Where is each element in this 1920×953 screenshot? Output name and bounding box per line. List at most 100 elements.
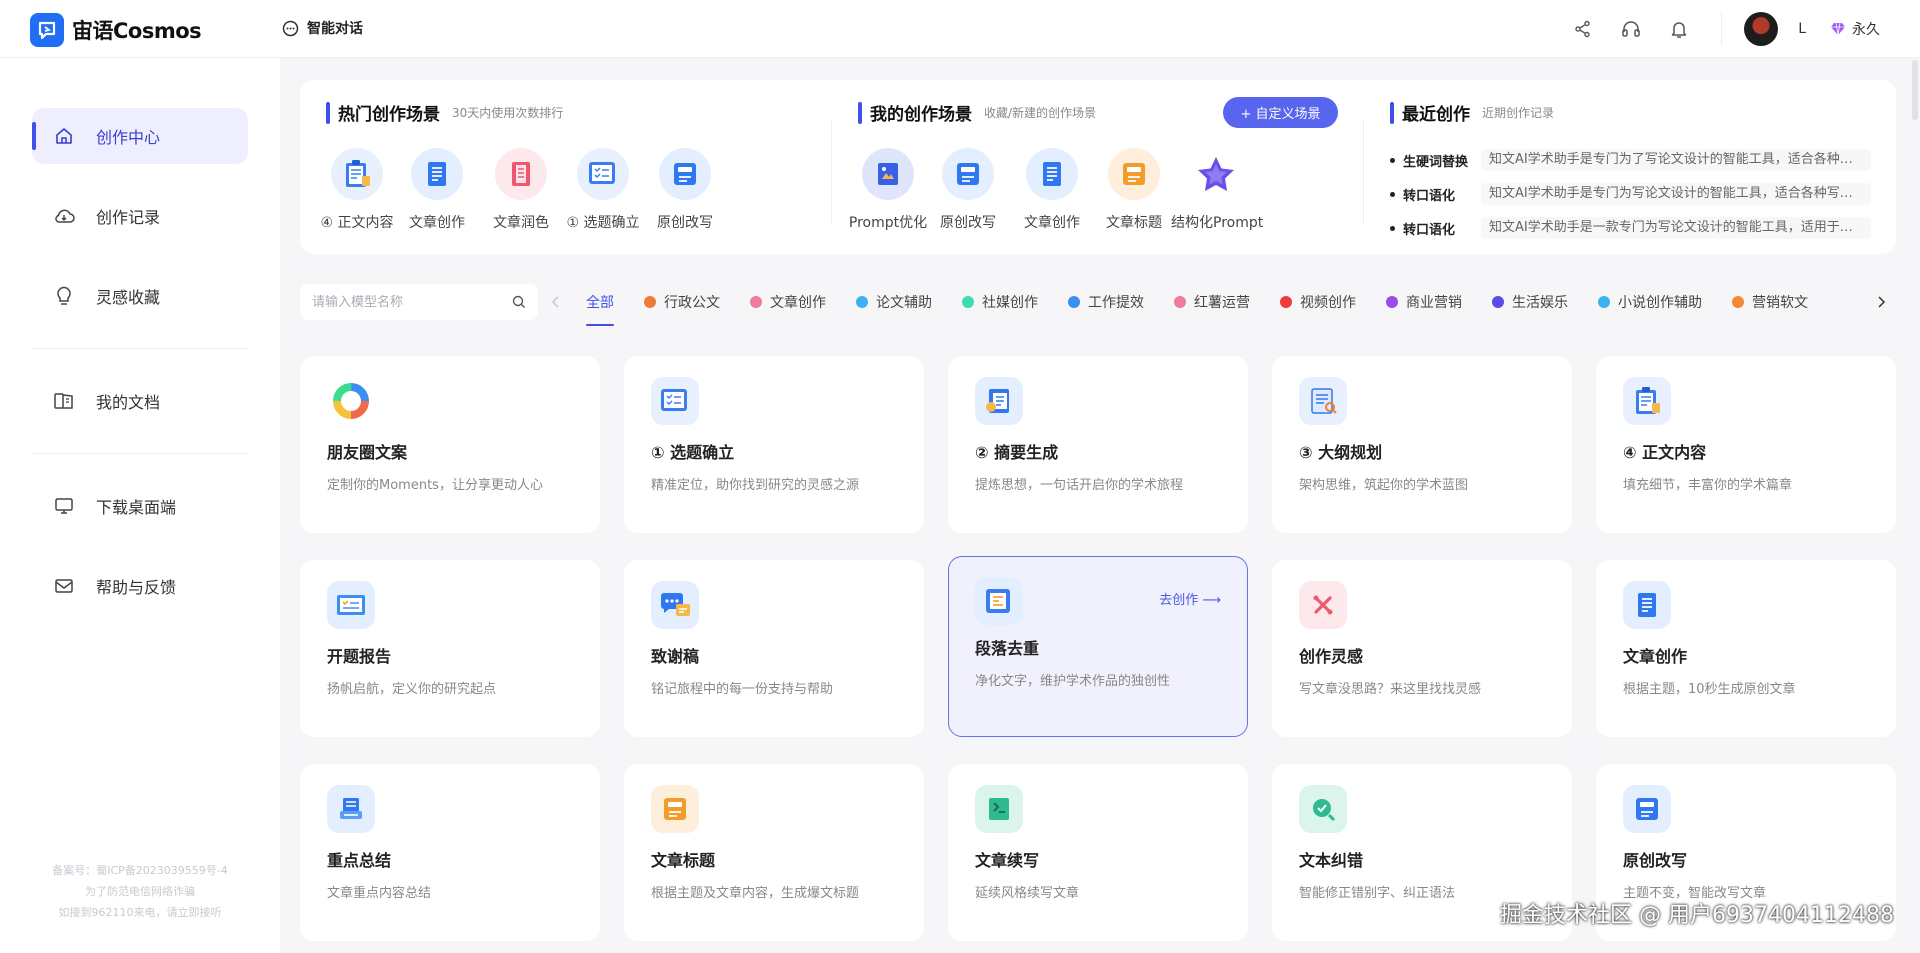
scene-card[interactable]: 朋友圈文案 定制你的Moments，让分享更动人心 — [300, 356, 600, 533]
chevron-left-icon[interactable] — [546, 292, 566, 312]
category-tab[interactable]: 社媒创作 — [962, 284, 1038, 320]
category-tab[interactable]: 论文辅助 — [856, 284, 932, 320]
recent-text: 知文AI学术助手是专门为了写论文设计的智能工具，适合各种写作需求 — [1481, 149, 1871, 171]
category-tab[interactable]: 商业营销 — [1386, 284, 1462, 320]
chat-icon — [282, 20, 299, 36]
category-label: 生活娱乐 — [1512, 295, 1568, 311]
top-bar: 宙语Cosmos 智能对话 L 永久 — [0, 0, 1920, 58]
fraud-line: 为了防范电信网络诈骗 — [85, 885, 195, 898]
category-dot — [962, 296, 974, 308]
custom-scene-button[interactable]: + 自定义场景 — [1223, 97, 1338, 128]
category-label: 视频创作 — [1300, 295, 1356, 311]
scene-card[interactable]: 文章续写 延续风格续写文章 — [948, 764, 1248, 941]
smart-chat-link[interactable]: 智能对话 — [282, 18, 363, 38]
category-tab[interactable]: 行政公文 — [644, 284, 720, 320]
my-scenes-header: 我的创作场景 收藏/新建的创作场景 — [858, 100, 1096, 125]
scene-item[interactable]: ① 选题确立 — [558, 148, 648, 232]
recent-item[interactable]: 转口语化 知文AI学术助手是一款专门为写论文设计的智能工具，适用于各种写作 — [1390, 217, 1871, 239]
watermark: 掘金技术社区 @ 用户6937404112488 — [1500, 903, 1894, 928]
category-dot — [1598, 296, 1610, 308]
scene-card[interactable]: ③ 大纲规划 架构思维，筑起你的学术蓝图 — [1272, 356, 1572, 533]
scene-card[interactable]: 文章标题 根据主题及文章内容，生成爆文标题 — [624, 764, 924, 941]
scene-card[interactable]: 重点总结 文章重点内容总结 — [300, 764, 600, 941]
recent-text: 知文AI学术助手是专门为写论文设计的智能工具，适合各种写作需求 — [1481, 183, 1871, 205]
category-tab[interactable]: 工作提效 — [1068, 284, 1144, 320]
sidebar-item-download-desktop[interactable]: 下载桌面端 — [32, 478, 248, 534]
sidebar-item-label: 创作中心 — [96, 128, 161, 147]
scene-item[interactable]: 原创改写 — [640, 148, 730, 232]
inspire-icon — [1299, 581, 1347, 629]
sidebar-item-label: 创作记录 — [96, 208, 161, 227]
outline-icon — [1299, 377, 1347, 425]
card-title: 致谢稿 — [651, 647, 700, 666]
sidebar-divider — [32, 348, 248, 349]
bell-icon[interactable] — [1655, 12, 1703, 46]
scene-card[interactable]: ④ 正文内容 填充细节，丰富你的学术篇章 — [1596, 356, 1896, 533]
recent-item[interactable]: 生硬词替换 知文AI学术助手是专门为了写论文设计的智能工具，适合各种写作需求 — [1390, 149, 1871, 171]
category-tab[interactable]: 视频创作 — [1280, 284, 1356, 320]
category-tab[interactable]: 文章创作 — [750, 284, 826, 320]
scene-label: Prompt优化 — [848, 215, 928, 231]
monitor-icon — [52, 494, 76, 518]
category-dot — [644, 296, 656, 308]
scene-card[interactable]: 段落去重 净化文字，维护学术作品的独创性 去创作 ⟶ — [948, 556, 1248, 737]
category-tab[interactable]: 红薯运营 — [1174, 284, 1250, 320]
recent-text: 知文AI学术助手是一款专门为写论文设计的智能工具，适用于各种写作 — [1481, 217, 1871, 239]
share-icon[interactable] — [1559, 12, 1607, 46]
scene-card[interactable]: ① 选题确立 精准定位，助你找到研究的灵感之源 — [624, 356, 924, 533]
vip-label: 永久 — [1852, 22, 1880, 38]
scene-card[interactable]: 创作灵感 写文章没思路？来这里找找灵感 — [1272, 560, 1572, 737]
category-dot — [1732, 296, 1744, 308]
card-description: 文章重点内容总结 — [327, 886, 432, 901]
sidebar-item-my-docs[interactable]: 我的文档 — [32, 373, 248, 429]
recent-item[interactable]: 转口语化 知文AI学术助手是专门为写论文设计的智能工具，适合各种写作需求 — [1390, 183, 1871, 205]
category-tab[interactable]: 小说创作辅助 — [1598, 284, 1702, 320]
scene-card[interactable]: 文章创作 根据主题，10秒生成原创文章 — [1596, 560, 1896, 737]
headset-icon[interactable] — [1607, 12, 1655, 46]
model-search — [300, 284, 538, 320]
article-icon — [411, 148, 463, 200]
scene-card[interactable]: 开题报告 扬帆启航，定义你的研究起点 — [300, 560, 600, 737]
scene-label: 文章创作 — [409, 215, 465, 231]
category-tab[interactable]: 生活娱乐 — [1492, 284, 1568, 320]
scene-card[interactable]: ② 摘要生成 提炼思想，一句话开启你的学术旅程 — [948, 356, 1248, 533]
sidebar-item-help-feedback[interactable]: 帮助与反馈 — [32, 558, 248, 614]
avatar[interactable] — [1744, 12, 1779, 46]
clipboard-icon — [331, 148, 383, 200]
scene-item[interactable]: Prompt优化 — [843, 148, 933, 232]
icp-line[interactable]: 备案号：蜀ICP备2023039559号-4 — [0, 860, 280, 881]
go-create-link[interactable]: 去创作 ⟶ — [1159, 589, 1221, 608]
sidebar-item-creation-history[interactable]: 创作记录 — [32, 188, 248, 244]
sidebar-item-creation-center[interactable]: 创作中心 — [32, 108, 248, 164]
scene-item[interactable]: 文章创作 — [1007, 148, 1097, 232]
scrollbar[interactable] — [1912, 60, 1918, 120]
chevron-right-icon[interactable] — [1871, 292, 1891, 312]
scene-item[interactable]: 文章润色 — [476, 148, 566, 232]
card-description: 根据主题，10秒生成原创文章 — [1623, 682, 1796, 697]
scene-item[interactable]: ④ 正文内容 — [312, 148, 402, 232]
category-tab[interactable]: 营销软文 — [1732, 284, 1808, 320]
card-description: 提炼思想，一句话开启你的学术旅程 — [975, 478, 1184, 493]
card-description: 填充细节，丰富你的学术篇章 — [1623, 478, 1793, 493]
scene-item[interactable]: 文章标题 — [1089, 148, 1179, 232]
section-title: 最近创作 — [1402, 105, 1470, 125]
prompt-icon — [862, 148, 914, 200]
scene-card[interactable]: 致谢稿 铭记旅程中的每一份支持与帮助 — [624, 560, 924, 737]
hot-scenes-header: 热门创作场景 30天内使用次数排行 — [326, 100, 563, 125]
scene-item[interactable]: 文章创作 — [392, 148, 482, 232]
category-tab[interactable]: 全部 — [586, 284, 614, 326]
recent-name: 生硬词替换 — [1403, 154, 1469, 170]
user-name[interactable]: L — [1798, 21, 1806, 37]
vip-badge[interactable]: 永久 — [1830, 19, 1880, 39]
app-logo[interactable]: 宙语Cosmos — [30, 13, 202, 47]
scene-item[interactable]: 结构化Prompt — [1171, 148, 1263, 232]
section-bar — [1390, 101, 1394, 124]
scene-item[interactable]: 原创改写 — [923, 148, 1013, 232]
search-input[interactable] — [312, 294, 512, 310]
scene-label: 原创改写 — [657, 215, 713, 231]
cloud-icon — [52, 204, 76, 228]
search-icon[interactable] — [512, 295, 526, 309]
document-icon — [52, 389, 76, 413]
sidebar-item-inspiration[interactable]: 灵感收藏 — [32, 268, 248, 324]
sidebar: 创作中心 创作记录 灵感收藏 我的文档 下载桌面端 帮助与反馈 备案号：蜀ICP… — [0, 58, 280, 953]
